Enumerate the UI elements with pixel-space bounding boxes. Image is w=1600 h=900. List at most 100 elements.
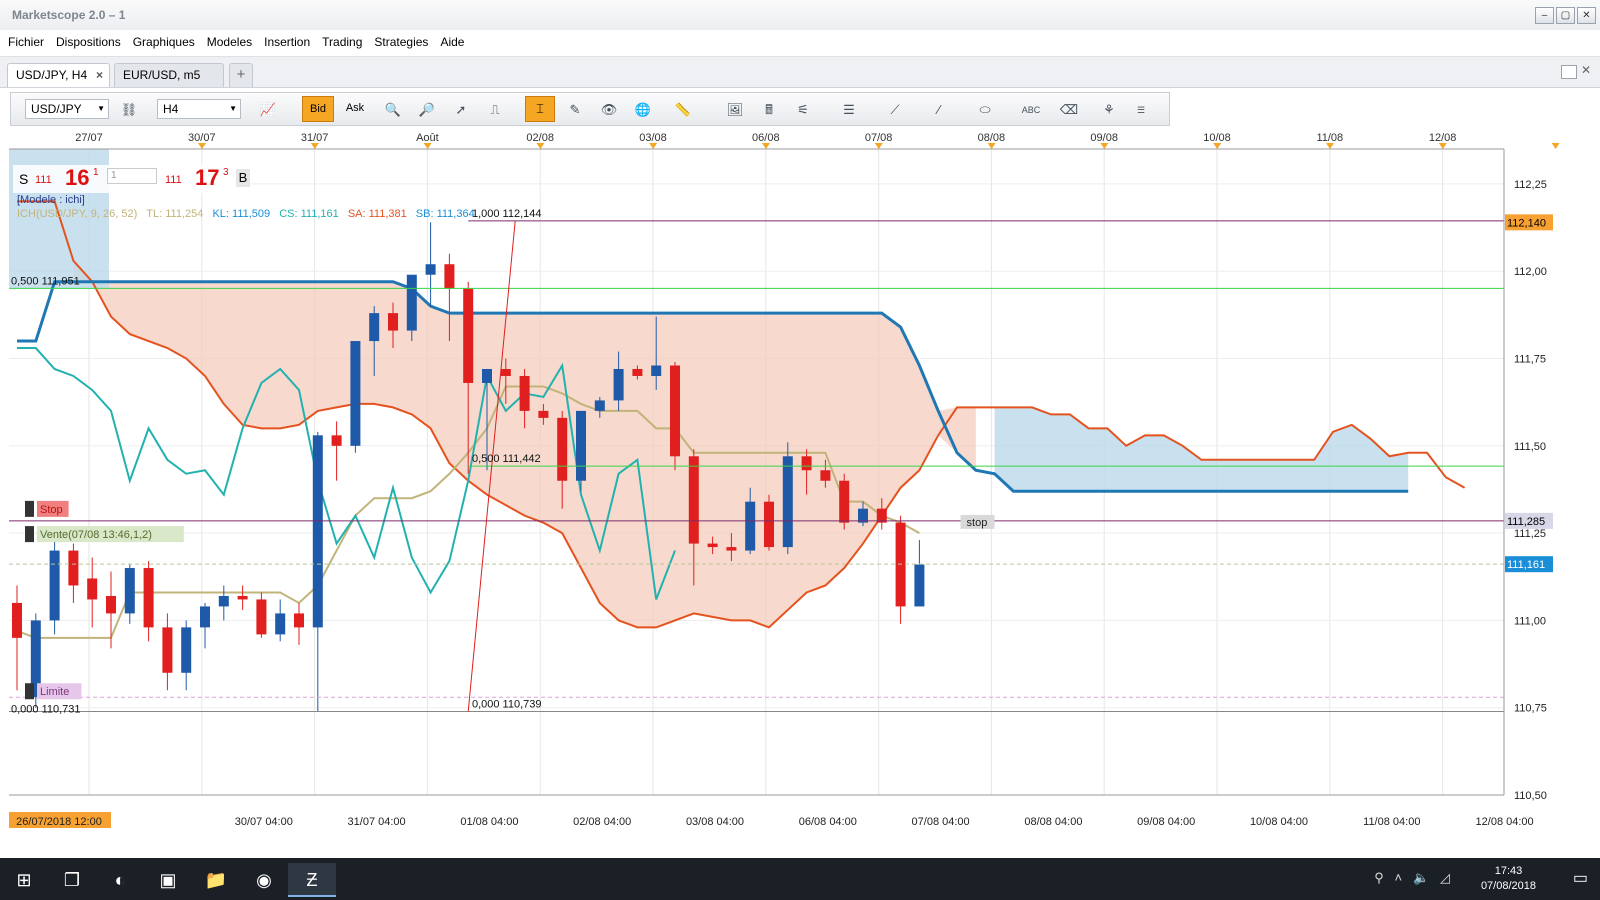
eraser-icon[interactable]: ⌫ [1057,99,1081,121]
task-view-icon[interactable]: ❐ [48,863,96,897]
price-tick-label: 111,50 [1514,441,1546,453]
candle-body [801,456,812,471]
sell-label[interactable]: S [19,171,28,187]
pointer-icon[interactable]: ➚ [449,99,473,121]
close-chart-icon[interactable]: ✕ [1581,63,1591,77]
close-tab-icon[interactable]: × [96,64,103,86]
date-marker-icon [1551,143,1560,149]
fib-label: 0,500 111,442 [472,453,541,465]
candle-body [237,595,248,600]
menu-modeles[interactable]: Modeles [203,30,256,54]
menu-dispositions[interactable]: Dispositions [52,30,125,54]
candle-body [670,365,680,457]
close-button[interactable]: ✕ [1577,7,1596,24]
candle-body [576,410,586,481]
chikou-value: CS: 111,161 [279,208,339,220]
chart-type-icon[interactable]: 📈 [256,99,280,121]
windows-start-icon[interactable]: ⊞ [0,863,48,897]
menu-aide[interactable]: Aide [436,30,468,54]
buy-price-pips[interactable]: 17 [195,165,219,191]
minimize-button[interactable]: – [1535,7,1554,24]
template-label: [Modele : ichi] [17,194,85,206]
file-explorer-icon[interactable]: 📁 [192,863,240,897]
date-bottom-label: 09/08 04:00 [1137,816,1195,828]
candle-body [463,288,474,383]
price-tick-label: 111,00 [1514,615,1546,627]
taskbar-clock[interactable]: 17:43 07/08/2018 [1481,864,1536,894]
buy-price-big[interactable]: 111 [165,174,182,186]
add-tab-button[interactable]: + [229,63,253,87]
date-top-label: 27/07 [75,132,103,144]
link-icon[interactable]: ⛓ [117,99,141,121]
fibonacci-icon[interactable]: ⚟ [791,99,815,121]
price-tick-label: 110,75 [1514,703,1547,715]
candle-body [651,365,662,376]
bid-toggle[interactable]: Bid [302,96,334,122]
system-tray[interactable]: ⚲ ˄ 🔈 ◿ [1374,870,1450,886]
chrome-icon[interactable]: ◉ [240,863,288,897]
app-contacts-icon[interactable]: ▣ [144,863,192,897]
menu-trading[interactable]: Trading [318,30,366,54]
globe-icon[interactable]: 🌐 [631,99,655,121]
tab-eurusd-m5[interactable]: EUR/USD, m5 [114,63,224,87]
tenkan-value: TL: 111,254 [146,208,204,220]
calculator-icon[interactable]: 🖩 [757,99,781,121]
chart-area[interactable]: 1,000 112,144 0,500 111,442 0,000 110,739 0… [9,127,1600,842]
candle-body [106,595,116,614]
date-top-label: 11/08 [1316,132,1343,144]
menu-insertion[interactable]: Insertion [260,30,314,54]
candle-body [388,313,398,331]
fib-label: 0,500 111,951 [11,275,80,287]
text-icon[interactable]: ABC [1019,99,1043,121]
app-sync-icon[interactable]: ◐ [96,863,144,897]
sell-price-big[interactable]: 111 [35,174,52,186]
lines-icon[interactable]: ☰ [837,99,861,121]
restore-chart-icon[interactable] [1561,65,1577,79]
candle-body [688,456,699,544]
ruler-icon[interactable]: 📏 [671,99,695,121]
candle-body [782,456,793,548]
maximize-button[interactable]: ▢ [1556,7,1575,24]
limit-order-tag-text: Limite [40,686,69,698]
candle-body [914,564,925,607]
eye-icon[interactable]: 👁 [597,99,621,121]
marketscope-taskbar-icon[interactable]: Ƶ [288,863,336,897]
buy-price-frac[interactable]: 3 [223,167,229,178]
candle-body [256,599,267,635]
fan-icon[interactable]: ⟋ [883,99,907,121]
zoom-in-icon[interactable]: 🔍 [381,99,405,121]
menu-fichier[interactable]: Fichier [4,30,48,54]
candle-body [312,435,323,628]
drawing-icon[interactable]: ✎ [563,99,587,121]
date-top-label: 02/08 [526,132,554,144]
date-top-label: 09/08 [1090,132,1118,144]
crosshair-icon[interactable]: ⌶ [525,96,555,122]
sell-price-pips[interactable]: 16 [65,165,89,191]
amount-input[interactable]: 1 [107,168,157,184]
chart-toolbar: USD/JPY ▼ ⛓ H4 ▼ 📈 Bid Ask 🔍 🔎 ➚ ⎍ ⌶ ✎ 👁 🌐… [10,92,1170,126]
candle-body [632,368,643,376]
ellipse-icon[interactable]: ⬭ [973,99,997,121]
price-tag-label: 112,140 [1507,217,1546,229]
buy-label[interactable]: B [236,169,250,187]
tab-usdjpy-h4[interactable]: USD/JPY, H4 × [7,63,110,87]
candle-body [613,368,624,401]
timeframe-select[interactable]: H4 ▼ [157,99,241,119]
menu-strategies[interactable]: Strategies [370,30,432,54]
notifications-icon[interactable]: ▭ [1573,868,1588,888]
sell-price-frac[interactable]: 1 [93,167,99,178]
zoom-out-icon[interactable]: 🔎 [415,99,439,121]
indicator-icon[interactable]: ⎍ [483,99,507,121]
structure-icon[interactable]: ⚘ [1097,99,1121,121]
date-bottom-label: 06/08 04:00 [799,816,857,828]
menu-graphiques[interactable]: Graphiques [129,30,199,54]
date-bottom-label: 01/08 04:00 [460,816,518,828]
instrument-select[interactable]: USD/JPY ▼ [25,99,109,119]
senkou-a-value: SA: 111,381 [347,208,407,220]
toolbar-menu-icon[interactable]: ☰ [1129,99,1153,121]
trendline-icon[interactable]: ∕ [927,99,951,121]
ask-toggle[interactable]: Ask [339,96,371,122]
price-chart[interactable]: 1,000 112,144 0,500 111,442 0,000 110,739 0… [9,127,1600,842]
image-icon[interactable]: 🖼 [723,99,747,121]
tab-label: EUR/USD, m5 [123,68,201,82]
